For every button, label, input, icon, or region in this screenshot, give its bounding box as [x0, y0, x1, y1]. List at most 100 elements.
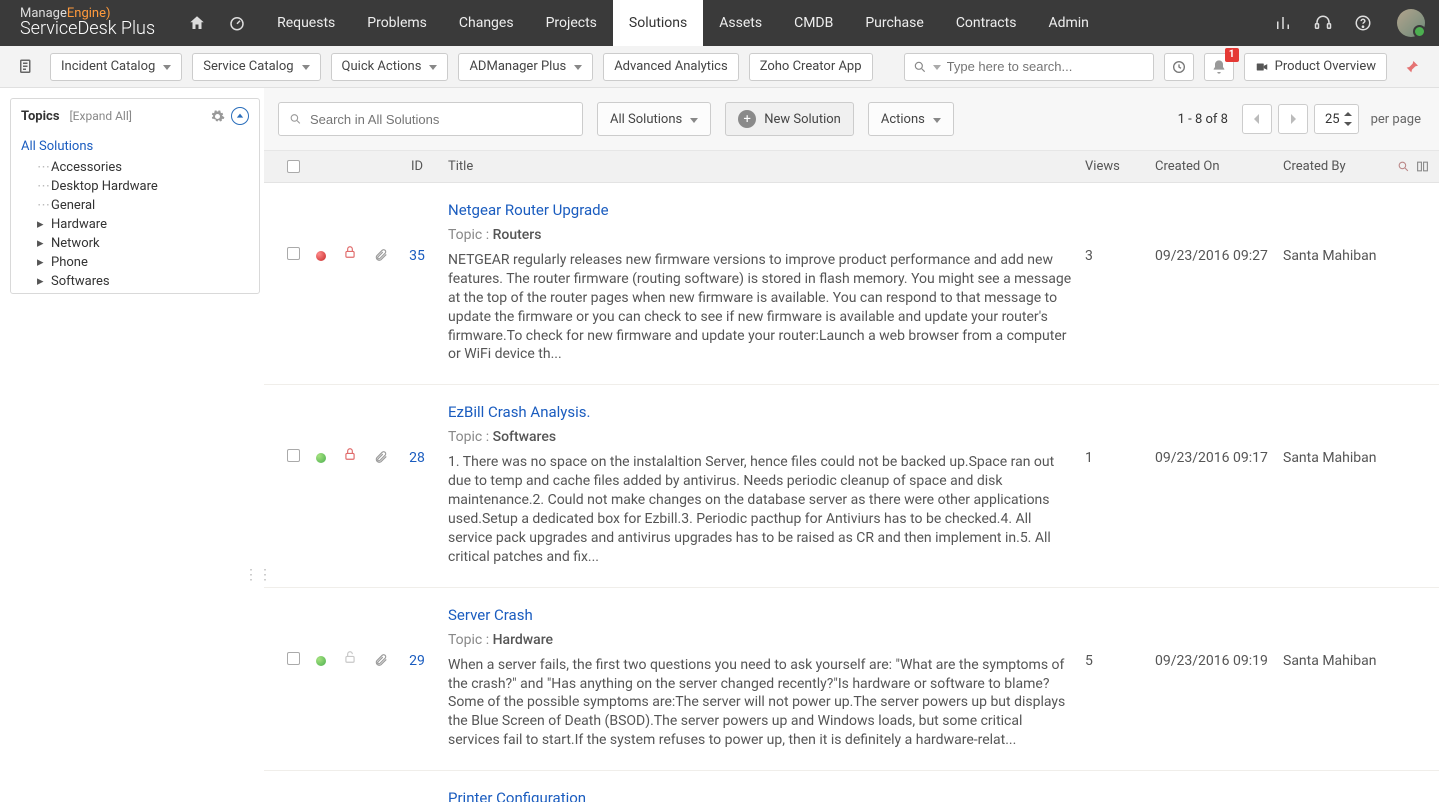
tree-item-accessories[interactable]: ⋯Accessories [21, 158, 249, 177]
nav-projects[interactable]: Projects [530, 0, 613, 46]
admanager-button[interactable]: ADManager Plus [458, 53, 593, 81]
table-row: 29Server CrashTopic : HardwareWhen a ser… [264, 588, 1439, 771]
actions-select[interactable]: Actions [868, 102, 954, 136]
recent-items-icon[interactable] [1164, 53, 1194, 81]
tree-item-phone[interactable]: ▸Phone [21, 253, 249, 272]
pin-icon[interactable] [1397, 53, 1427, 81]
attachment-icon[interactable] [366, 789, 396, 802]
nav-solutions[interactable]: Solutions [613, 0, 703, 46]
lock-open-icon [334, 606, 366, 750]
row-id[interactable]: 29 [396, 606, 438, 750]
search-icon [913, 60, 927, 74]
row-id[interactable]: 35 [396, 201, 438, 364]
column-id[interactable]: ID [396, 159, 438, 174]
dashboard-icon[interactable] [217, 0, 257, 46]
notifications-icon[interactable]: 1 [1204, 53, 1234, 81]
new-solution-button[interactable]: + New Solution [725, 102, 854, 136]
top-quick-icons [177, 0, 257, 46]
incident-catalog-select[interactable]: Incident Catalog [50, 53, 182, 81]
nav-admin[interactable]: Admin [1032, 0, 1104, 46]
tree-item-general[interactable]: ⋯General [21, 196, 249, 215]
page-size-select[interactable]: 25 [1314, 104, 1359, 134]
topics-settings-icon[interactable] [210, 109, 225, 124]
pager-prev-button[interactable] [1242, 104, 1272, 134]
lock-open-icon [334, 789, 366, 802]
global-search-input[interactable] [947, 59, 1117, 74]
attachment-icon[interactable] [366, 606, 396, 750]
service-catalog-select[interactable]: Service Catalog [192, 53, 320, 81]
lock-closed-icon [334, 201, 366, 364]
zoho-creator-label: Zoho Creator App [760, 59, 862, 74]
column-search-icon[interactable] [1397, 160, 1410, 173]
row-created-by: Santa Mahiban [1283, 789, 1393, 802]
tree-item-label: Desktop Hardware [51, 179, 158, 194]
topic-label: Topic : [448, 227, 493, 243]
global-search[interactable] [904, 53, 1154, 81]
help-icon[interactable] [1343, 0, 1383, 46]
table-row: 28EzBill Crash Analysis.Topic : Software… [264, 385, 1439, 587]
column-views[interactable]: Views [1085, 159, 1155, 174]
sidebar-collapse-handle[interactable]: ⋮⋮ [252, 555, 264, 595]
plus-icon: + [738, 110, 756, 128]
nav-changes[interactable]: Changes [443, 0, 530, 46]
solutions-filter-label: All Solutions [610, 112, 682, 127]
advanced-analytics-button[interactable]: Advanced Analytics [603, 53, 739, 81]
caret-down-icon [574, 59, 582, 74]
nav-purchase[interactable]: Purchase [849, 0, 939, 46]
home-icon[interactable] [177, 0, 217, 46]
quick-actions-label: Quick Actions [342, 59, 422, 74]
row-created-on: 09/23/2016 09:17 [1155, 403, 1283, 566]
solutions-search-input[interactable] [310, 112, 572, 127]
tree-item-softwares[interactable]: ▸Softwares [21, 272, 249, 291]
row-checkbox[interactable] [287, 652, 300, 665]
nav-assets[interactable]: Assets [703, 0, 778, 46]
row-title-link[interactable]: Server Crash [448, 606, 1075, 624]
tree-item-network[interactable]: ▸Network [21, 234, 249, 253]
nav-problems[interactable]: Problems [351, 0, 443, 46]
pager-next-button[interactable] [1278, 104, 1308, 134]
user-avatar[interactable] [1397, 9, 1425, 37]
actions-label: Actions [881, 112, 925, 127]
solutions-search[interactable] [278, 102, 583, 136]
row-title-link[interactable]: Netgear Router Upgrade [448, 201, 1075, 219]
new-solution-label: New Solution [764, 112, 841, 127]
column-created-on[interactable]: Created On [1155, 159, 1283, 174]
expand-arrow-icon: ▸ [37, 236, 45, 251]
attachment-icon[interactable] [366, 201, 396, 364]
row-id[interactable]: 30 [396, 789, 438, 802]
row-checkbox[interactable] [287, 247, 300, 260]
tree-root-all-solutions[interactable]: All Solutions [21, 135, 249, 158]
tree-item-label: Softwares [51, 274, 110, 289]
support-icon[interactable] [1303, 0, 1343, 46]
nav-requests[interactable]: Requests [261, 0, 351, 46]
reports-icon[interactable] [1263, 0, 1303, 46]
secondary-bar: Incident Catalog Service Catalog Quick A… [0, 46, 1439, 88]
row-checkbox[interactable] [287, 449, 300, 462]
tree-item-desktop-hardware[interactable]: ⋯Desktop Hardware [21, 177, 249, 196]
quick-actions-select[interactable]: Quick Actions [331, 53, 449, 81]
row-title-link[interactable]: Printer Configuration [448, 789, 1075, 802]
zoho-creator-button[interactable]: Zoho Creator App [749, 53, 873, 81]
expand-all-link[interactable]: [Expand All] [70, 109, 132, 123]
row-created-on: 09/23/2016 09:20 [1155, 789, 1283, 802]
column-chooser-icon[interactable] [1416, 160, 1429, 173]
collapse-panel-icon[interactable] [231, 107, 249, 125]
nav-cmdb[interactable]: CMDB [778, 0, 849, 46]
new-request-icon[interactable] [12, 53, 40, 81]
search-scope-caret-icon[interactable] [933, 59, 941, 74]
caret-down-icon [429, 59, 437, 74]
row-id[interactable]: 28 [396, 403, 438, 566]
row-title-link[interactable]: EzBill Crash Analysis. [448, 403, 1075, 421]
column-created-by[interactable]: Created By [1283, 159, 1393, 174]
product-overview-button[interactable]: Product Overview [1244, 53, 1387, 81]
logo[interactable]: ManageEngine) ServiceDesk Plus [0, 3, 171, 44]
attachment-icon[interactable] [366, 403, 396, 566]
table-header: ID Title Views Created On Created By [264, 151, 1439, 183]
expand-arrow-icon: ▸ [37, 255, 45, 270]
nav-contracts[interactable]: Contracts [940, 0, 1033, 46]
column-title[interactable]: Title [438, 159, 1085, 174]
select-all-checkbox[interactable] [287, 160, 300, 173]
tree-item-hardware[interactable]: ▸Hardware [21, 215, 249, 234]
solutions-filter-select[interactable]: All Solutions [597, 102, 711, 136]
row-description: 1. There was no space on the instalaltio… [448, 453, 1075, 566]
